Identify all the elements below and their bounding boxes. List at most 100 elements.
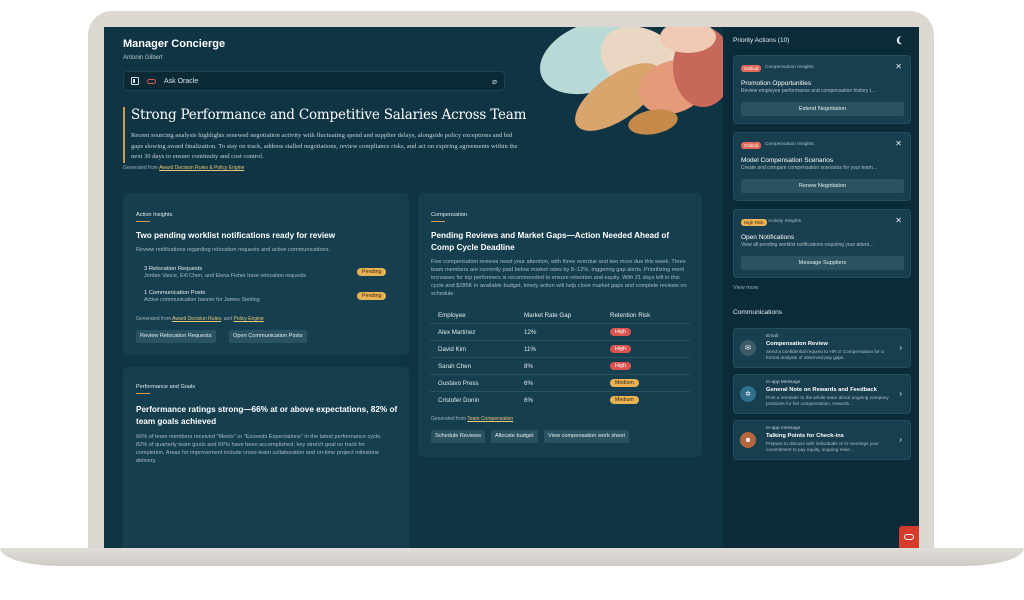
policy-engine-link[interactable]: Policy Engine [233, 316, 263, 322]
market-gap: 6% [524, 380, 533, 387]
risk-badge: High [610, 362, 631, 370]
generated-note: Generated from Team Compensation [431, 415, 513, 423]
card-body: 66% of team members received "Meets" or … [136, 434, 382, 464]
employee-name: Sarah Chen [438, 363, 472, 370]
table-row[interactable]: Alex Martinez 12% High [430, 323, 690, 340]
employee-name: Cristofer Donin [438, 397, 480, 404]
critical-tag: Critical [741, 142, 762, 149]
close-icon[interactable]: ✕ [895, 216, 902, 225]
priority-sidebar: Priority Actions (10) Critical Compensat… [723, 27, 919, 548]
oracle-logo-icon [147, 78, 156, 84]
card-category: Compensation Insights [765, 142, 814, 147]
paperclip-icon[interactable]: ⌀ [492, 77, 497, 86]
card-title: Two pending worklist notifications ready… [136, 231, 336, 240]
communication-description: Prepare to discuss with individuals or i… [766, 441, 879, 452]
chevron-right-icon[interactable]: › [899, 435, 902, 444]
hero-title: Strong Performance and Competitive Salar… [131, 107, 527, 123]
app-title: Manager Concierge [123, 38, 226, 50]
critical-tag: Critical [741, 65, 762, 72]
notification-title: 1 Communication Posts [144, 290, 206, 296]
card-category: Activity Insights [768, 219, 802, 224]
priority-card[interactable]: Critical Compensation Insights ✕ Model C… [733, 132, 911, 201]
chevron-right-icon[interactable]: › [899, 389, 902, 398]
priority-card[interactable]: High Risk Activity Insights ✕ Open Notif… [733, 209, 911, 278]
employee-name: Alex Martinez [438, 329, 476, 336]
priority-card[interactable]: Critical Compensation Insights ✕ Promoti… [733, 55, 911, 124]
priority-heading: Priority Actions (10) [733, 37, 790, 44]
extend-negotiation-button[interactable]: Extend Negotiation [741, 102, 904, 116]
table-row[interactable]: Gustavo Press 6% Medium [430, 374, 690, 391]
card-subtitle: Review notifications regarding relocatio… [136, 247, 331, 253]
communication-description: Send a confidential request to HR or Com… [766, 349, 884, 360]
column-header: Employee [438, 312, 466, 319]
communication-item[interactable]: ☻ In-app message Talking Points for Chec… [733, 420, 911, 460]
card-description: Create and compare compensation scenario… [741, 165, 878, 171]
status-badge: Pending [357, 268, 387, 276]
risk-badge: High [610, 328, 631, 336]
card-label: Compensation [431, 212, 468, 222]
generated-and: , and [220, 316, 234, 322]
team-compensation-link[interactable]: Team Compensation [467, 416, 513, 422]
high-risk-tag: High Risk [741, 219, 767, 226]
decorative-artwork [540, 27, 723, 135]
award-rules-link[interactable]: Award Decision Rules [172, 316, 221, 322]
hero-generated-note: Generated from Award Decision Rules & Po… [123, 165, 244, 171]
notification-subtitle: Jordan Vance, Erll Chen, and Elena Fishe… [144, 273, 307, 279]
oracle-assistant-button[interactable] [899, 526, 919, 548]
communication-item[interactable]: ✉ Email Compensation Review Send a confi… [733, 328, 911, 368]
status-badge: Pending [357, 292, 387, 300]
communication-title: Compensation Review [766, 341, 828, 347]
card-label: Performance and Goals [136, 384, 196, 394]
schedule-reviews-button[interactable]: Schedule Reviews [431, 430, 486, 443]
ask-oracle-bar[interactable]: Ask Oracle ⌀ [123, 71, 505, 91]
main-content: Manager Concierge Antonin Gilbert Ask Or… [104, 27, 723, 548]
app-screen: Manager Concierge Antonin Gilbert Ask Or… [104, 27, 919, 548]
card-title: Model Compensation Scenarios [741, 157, 834, 164]
market-gap: 12% [524, 329, 537, 336]
notification-item[interactable]: 3 Relocation Requests Jordan Vance, Erll… [144, 266, 388, 286]
close-icon[interactable]: ✕ [895, 62, 902, 71]
card-label: Action Insights [136, 212, 173, 222]
card-category: Compensation Insights [765, 65, 814, 70]
communications-heading: Communications [733, 309, 783, 316]
notification-title: 3 Relocation Requests [144, 266, 203, 272]
open-communication-button[interactable]: Open Communication Posts [229, 330, 307, 343]
close-icon[interactable]: ✕ [895, 139, 902, 148]
table-row[interactable]: Sarah Chen 8% High [430, 357, 690, 374]
communication-type: In-app message [766, 426, 801, 431]
employee-name: David Kim [438, 346, 467, 353]
communication-title: Talking Points for Check-ins [766, 433, 844, 439]
card-description: View all pending worklist notifications … [741, 242, 875, 248]
table-row[interactable]: David Kim 11% High [430, 340, 690, 357]
ask-oracle-input[interactable]: Ask Oracle [164, 78, 484, 85]
sidebar-toggle-icon[interactable] [131, 77, 139, 85]
notification-subtitle: Active communication banner for James St… [144, 297, 260, 303]
chevron-right-icon[interactable]: › [899, 343, 902, 352]
snowflake-icon: ✲ [740, 386, 756, 402]
mail-icon: ✉ [740, 340, 756, 356]
table-row[interactable]: Cristofer Donin 6% Medium [430, 391, 690, 408]
communication-type: In-app Message [766, 380, 801, 385]
notification-item[interactable]: 1 Communication Posts Active communicati… [144, 290, 388, 310]
hero-section: Strong Performance and Competitive Salar… [123, 107, 527, 163]
award-rules-link[interactable]: Award Decision Rules & Policy Engine [159, 165, 244, 171]
review-relocation-button[interactable]: Review Relocation Requests [136, 330, 216, 343]
performance-goals-card: Performance and Goals Performance rating… [123, 367, 409, 548]
moon-icon[interactable] [898, 35, 908, 45]
communication-item[interactable]: ✲ In-app Message General Note on Rewards… [733, 374, 911, 414]
column-header: Retention Risk [610, 312, 651, 319]
hero-body: Recent sourcing analysis highlights rene… [131, 132, 518, 160]
risk-badge: Medium [610, 379, 639, 387]
card-body: Five compensation reviews need your atte… [431, 259, 687, 297]
laptop-base [0, 548, 1024, 566]
column-header: Market Rate Gap [524, 312, 572, 319]
message-suppliers-button[interactable]: Message Suppliers [741, 256, 904, 270]
view-more-link[interactable]: View more [733, 285, 758, 291]
allocate-budget-button[interactable]: Allocate budget [491, 430, 538, 443]
renew-negotiation-button[interactable]: Renew Negotiation [741, 179, 904, 193]
compensation-card: Compensation Pending Reviews and Market … [418, 193, 702, 457]
view-worksheet-button[interactable]: View compensation work sheet [544, 430, 630, 443]
risk-badge: High [610, 345, 631, 353]
risk-badge: Medium [610, 396, 639, 404]
oracle-logo-icon [904, 534, 914, 540]
